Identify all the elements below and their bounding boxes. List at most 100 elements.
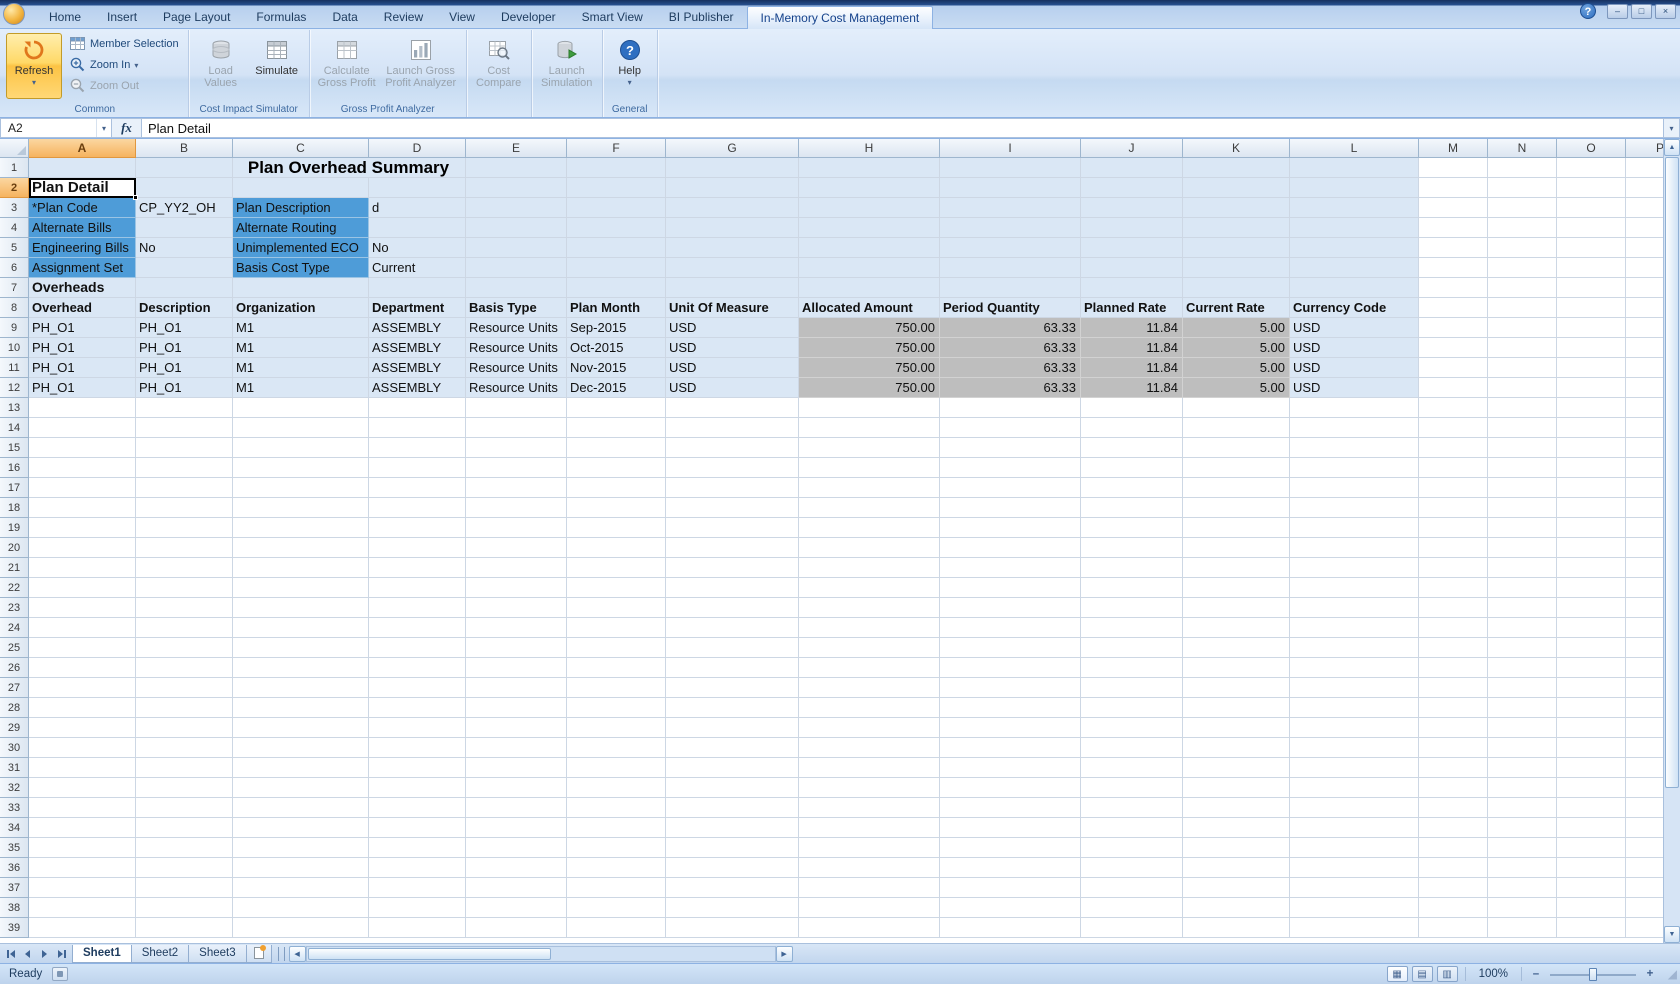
cell-B18[interactable] — [136, 498, 233, 518]
row-header-29[interactable]: 29 — [0, 718, 29, 738]
cell-P26[interactable] — [1626, 658, 1663, 678]
cell-C13[interactable] — [233, 398, 369, 418]
cell-D6[interactable]: Current — [369, 258, 466, 278]
cell-L18[interactable] — [1290, 498, 1419, 518]
cell-C9[interactable]: M1 — [233, 318, 369, 338]
cell-C16[interactable] — [233, 458, 369, 478]
cell-N27[interactable] — [1488, 678, 1557, 698]
cell-O21[interactable] — [1557, 558, 1626, 578]
cell-L10[interactable]: USD — [1290, 338, 1419, 358]
cell-D20[interactable] — [369, 538, 466, 558]
launch-gross-profit-analyzer-button[interactable]: Launch Gross Profit Analyzer — [380, 33, 462, 99]
cell-P8[interactable] — [1626, 298, 1663, 318]
cell-M4[interactable] — [1419, 218, 1488, 238]
cell-G27[interactable] — [666, 678, 799, 698]
cell-C23[interactable] — [233, 598, 369, 618]
cell-O4[interactable] — [1557, 218, 1626, 238]
cell-H27[interactable] — [799, 678, 940, 698]
cell-K22[interactable] — [1183, 578, 1290, 598]
cell-A3[interactable]: *Plan Code — [29, 198, 136, 218]
cell-I27[interactable] — [940, 678, 1081, 698]
cell-L15[interactable] — [1290, 438, 1419, 458]
calculate-gross-profit-button[interactable]: Calculate Gross Profit — [314, 33, 380, 99]
row-header-38[interactable]: 38 — [0, 898, 29, 918]
cell-O26[interactable] — [1557, 658, 1626, 678]
horizontal-scrollbar[interactable]: ◀ ▶ — [288, 945, 793, 962]
cell-D15[interactable] — [369, 438, 466, 458]
cell-L13[interactable] — [1290, 398, 1419, 418]
column-header-C[interactable]: C — [233, 139, 369, 158]
cell-M39[interactable] — [1419, 918, 1488, 938]
cell-P6[interactable] — [1626, 258, 1663, 278]
cell-K30[interactable] — [1183, 738, 1290, 758]
cell-M19[interactable] — [1419, 518, 1488, 538]
cell-N36[interactable] — [1488, 858, 1557, 878]
cell-I6[interactable] — [940, 258, 1081, 278]
cell-J34[interactable] — [1081, 818, 1183, 838]
cell-D22[interactable] — [369, 578, 466, 598]
cell-E23[interactable] — [466, 598, 567, 618]
cell-H15[interactable] — [799, 438, 940, 458]
horizontal-scroll-thumb[interactable] — [307, 947, 551, 960]
cell-G5[interactable] — [666, 238, 799, 258]
cell-F11[interactable]: Nov-2015 — [567, 358, 666, 378]
horizontal-scroll-track[interactable] — [305, 945, 776, 962]
simulate-button[interactable]: Simulate — [249, 33, 305, 99]
zoom-in-button[interactable]: Zoom In ▾ — [64, 54, 184, 75]
cell-J6[interactable] — [1081, 258, 1183, 278]
cell-H38[interactable] — [799, 898, 940, 918]
cell-H13[interactable] — [799, 398, 940, 418]
cell-G21[interactable] — [666, 558, 799, 578]
cell-N1[interactable] — [1488, 158, 1557, 178]
cell-M33[interactable] — [1419, 798, 1488, 818]
row-header-7[interactable]: 7 — [0, 278, 29, 298]
row-header-16[interactable]: 16 — [0, 458, 29, 478]
macro-record-button[interactable] — [52, 967, 69, 981]
cell-F18[interactable] — [567, 498, 666, 518]
cell-G31[interactable] — [666, 758, 799, 778]
cell-B14[interactable] — [136, 418, 233, 438]
cell-I29[interactable] — [940, 718, 1081, 738]
cell-M31[interactable] — [1419, 758, 1488, 778]
cell-G8[interactable]: Unit Of Measure — [666, 298, 799, 318]
cell-K17[interactable] — [1183, 478, 1290, 498]
cell-I3[interactable] — [940, 198, 1081, 218]
cell-K21[interactable] — [1183, 558, 1290, 578]
cell-P17[interactable] — [1626, 478, 1663, 498]
cell-A29[interactable] — [29, 718, 136, 738]
row-header-3[interactable]: 3 — [0, 198, 29, 218]
cell-O15[interactable] — [1557, 438, 1626, 458]
cell-N15[interactable] — [1488, 438, 1557, 458]
cell-K24[interactable] — [1183, 618, 1290, 638]
cell-N9[interactable] — [1488, 318, 1557, 338]
cell-G19[interactable] — [666, 518, 799, 538]
cell-C17[interactable] — [233, 478, 369, 498]
cell-H17[interactable] — [799, 478, 940, 498]
cell-D3[interactable]: d — [369, 198, 466, 218]
cell-F22[interactable] — [567, 578, 666, 598]
cell-J26[interactable] — [1081, 658, 1183, 678]
cell-J8[interactable]: Planned Rate — [1081, 298, 1183, 318]
cell-K13[interactable] — [1183, 398, 1290, 418]
cell-J5[interactable] — [1081, 238, 1183, 258]
cell-M27[interactable] — [1419, 678, 1488, 698]
cell-P13[interactable] — [1626, 398, 1663, 418]
cell-C3[interactable]: Plan Description — [233, 198, 369, 218]
row-header-5[interactable]: 5 — [0, 238, 29, 258]
cell-M21[interactable] — [1419, 558, 1488, 578]
cell-B20[interactable] — [136, 538, 233, 558]
cell-L38[interactable] — [1290, 898, 1419, 918]
cell-O19[interactable] — [1557, 518, 1626, 538]
vertical-scrollbar[interactable]: ▲ ▼ — [1663, 139, 1680, 943]
cell-M26[interactable] — [1419, 658, 1488, 678]
minimize-button[interactable]: – — [1607, 3, 1628, 19]
cell-B19[interactable] — [136, 518, 233, 538]
fill-handle[interactable] — [133, 195, 138, 200]
view-page-layout-button[interactable]: ▤ — [1411, 966, 1433, 982]
cell-O3[interactable] — [1557, 198, 1626, 218]
cell-D29[interactable] — [369, 718, 466, 738]
cell-N13[interactable] — [1488, 398, 1557, 418]
cell-O38[interactable] — [1557, 898, 1626, 918]
cell-H1[interactable] — [799, 158, 940, 178]
cell-M28[interactable] — [1419, 698, 1488, 718]
